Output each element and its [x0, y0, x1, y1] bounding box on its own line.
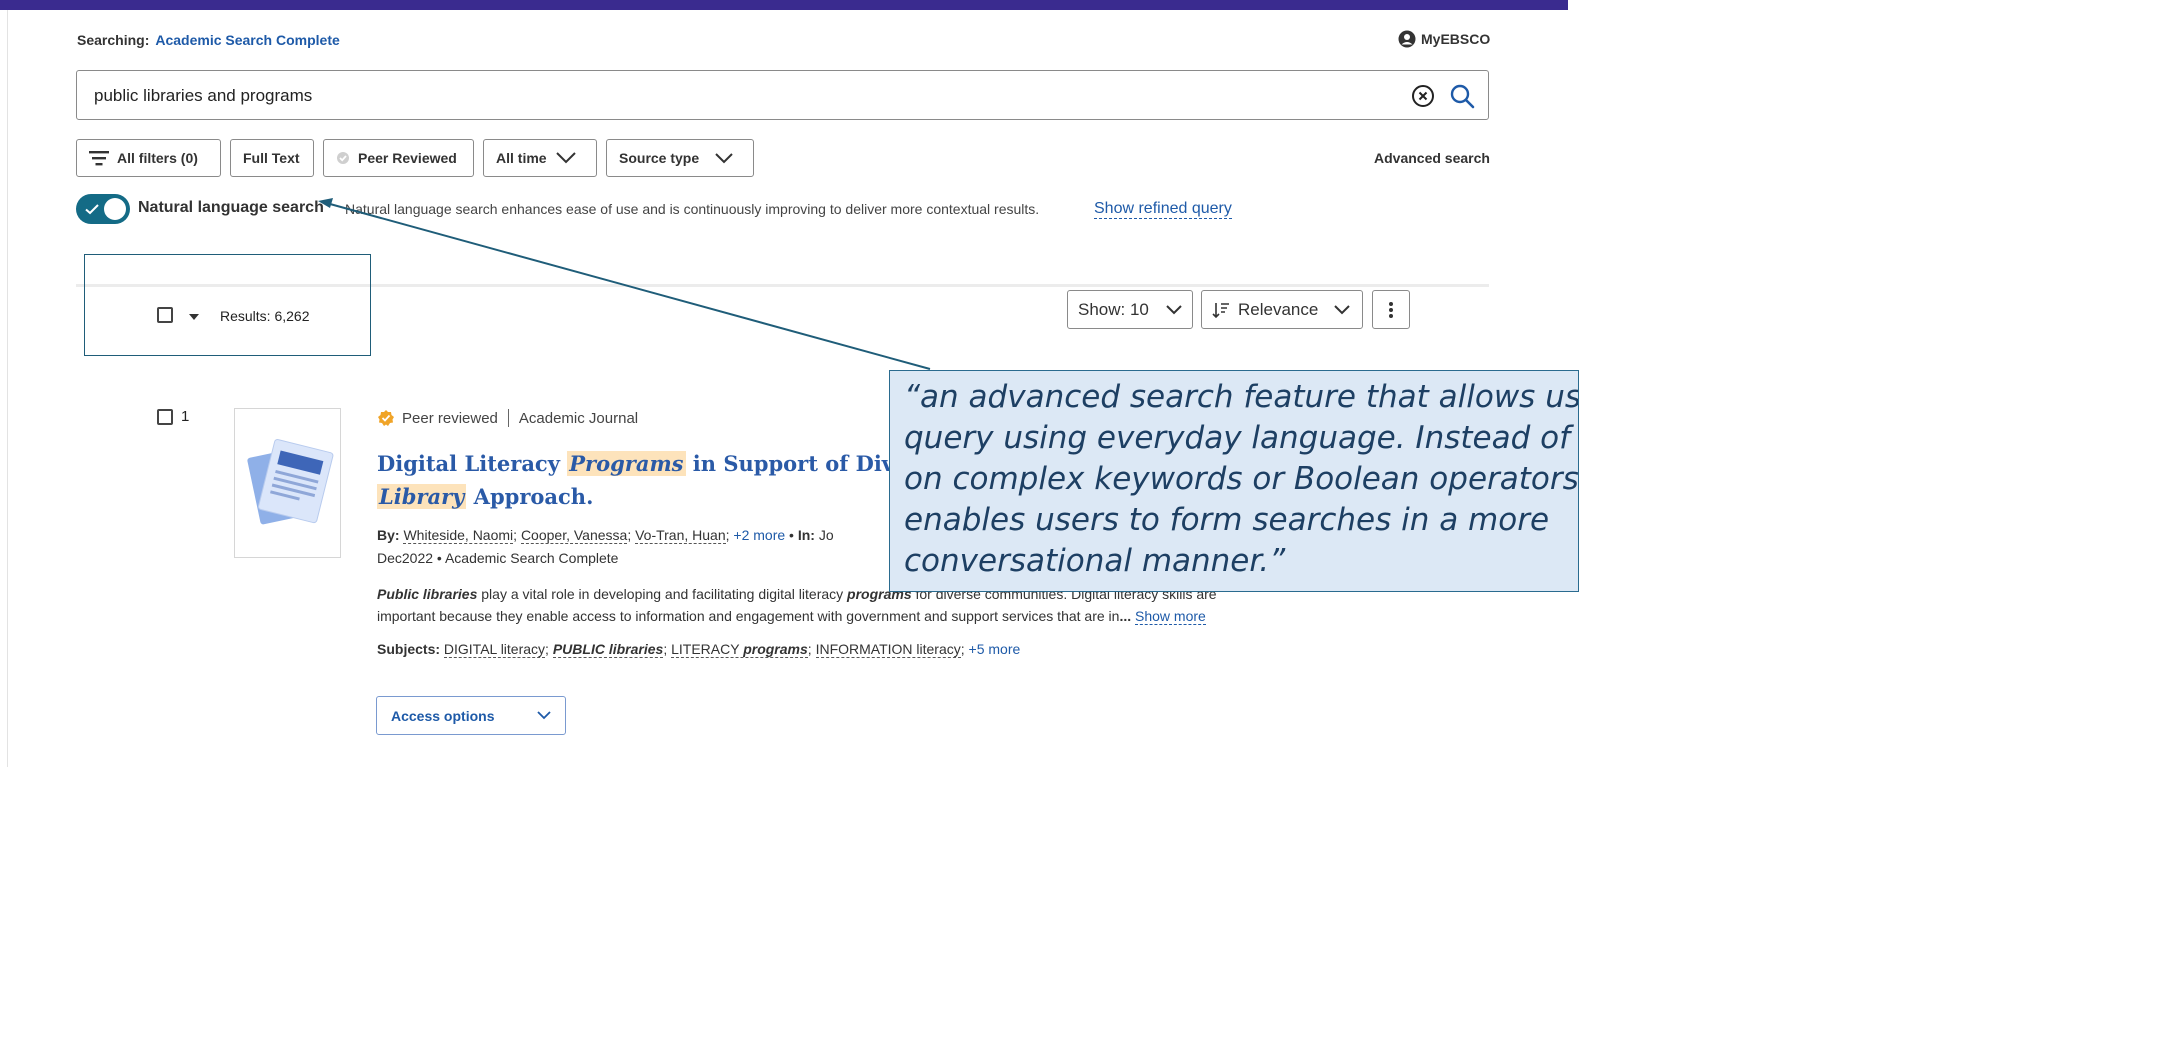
filter-icon — [89, 151, 109, 166]
peer-reviewed-text: Peer reviewed — [402, 409, 498, 427]
all-time-dropdown[interactable]: All time — [483, 139, 597, 177]
academic-journal-icon — [247, 439, 334, 525]
quote-line: query using everyday language. Instead o… — [904, 420, 1578, 456]
abstract-ellipsis: ... — [1119, 608, 1132, 624]
chevron-down-icon — [556, 152, 576, 164]
chevron-down-icon — [1334, 304, 1351, 314]
all-filters-button[interactable]: All filters (0) — [76, 139, 221, 177]
kebab-menu-icon — [1389, 301, 1393, 318]
by-label: By: — [377, 527, 400, 543]
result-byline: By: Whiteside, Naomi; Cooper, Vanessa; V… — [377, 527, 834, 566]
abstract-term: Public libraries — [377, 586, 478, 602]
author-link[interactable]: Cooper, Vanessa — [520, 527, 628, 544]
more-options-button[interactable] — [1372, 290, 1410, 329]
result-index: 1 — [181, 408, 190, 425]
searching-database: Searching: Academic Search Complete — [77, 32, 340, 48]
myebsco-label: MyEBSCO — [1421, 31, 1491, 47]
results-highlight-box — [84, 254, 371, 356]
peer-reviewed-badge-icon — [337, 152, 349, 164]
chevron-down-icon — [715, 152, 733, 163]
subjects-label: Subjects: — [377, 641, 441, 657]
abstract-text: play a vital role in developing and faci… — [477, 586, 848, 602]
sort-label: Relevance — [1238, 299, 1319, 319]
search-icon[interactable] — [1449, 83, 1475, 109]
subject-link[interactable]: PUBLIC libraries — [552, 641, 664, 658]
more-subjects-link[interactable]: +5 more — [969, 641, 1021, 657]
peer-reviewed-label: Peer Reviewed — [358, 150, 457, 166]
natural-language-description: Natural language search enhances ease of… — [345, 201, 1040, 217]
all-filters-label: All filters (0) — [117, 150, 198, 166]
results-count: Results: 6,262 — [220, 308, 310, 324]
source-type-label: Source type — [619, 150, 700, 166]
result-checkbox[interactable] — [157, 409, 173, 425]
peer-reviewed-button[interactable]: Peer Reviewed — [323, 139, 474, 177]
annotation-quote-box: “an advanced search feature that allows … — [889, 370, 1579, 592]
peer-reviewed-badge-icon — [378, 410, 394, 426]
show-refined-query-link[interactable]: Show refined query — [1094, 199, 1232, 219]
meta-separator — [507, 409, 509, 427]
source-journal: Jo — [818, 527, 834, 543]
result-subjects: Subjects: DIGITAL literacy; PUBLIC libra… — [377, 641, 1021, 658]
in-label: In: — [797, 527, 815, 543]
source-type-dropdown[interactable]: Source type — [606, 139, 754, 177]
toggle-knob — [104, 198, 126, 220]
title-part: Digital Literacy — [377, 451, 568, 476]
all-time-label: All time — [496, 150, 547, 166]
quote-line: “an advanced search feature that allows … — [904, 379, 1579, 415]
full-text-button[interactable]: Full Text — [230, 139, 314, 177]
search-query[interactable]: public libraries and programs — [94, 86, 312, 106]
select-menu-caret-icon[interactable] — [189, 314, 199, 320]
subject-link[interactable]: LITERACY programs — [671, 641, 808, 658]
searching-label: Searching: — [77, 32, 150, 48]
top-brand-bar — [0, 0, 1568, 10]
user-icon — [1398, 30, 1416, 48]
abstract-text: important because they enable access to … — [377, 608, 1120, 624]
access-options-dropdown[interactable]: Access options — [376, 696, 566, 735]
show-per-page-dropdown[interactable]: Show: 10 — [1067, 290, 1193, 329]
natural-language-label: Natural language search — [138, 199, 324, 216]
full-text-label: Full Text — [243, 150, 300, 166]
database-link[interactable]: Academic Search Complete — [155, 32, 339, 48]
more-authors-link[interactable]: +2 more — [733, 527, 785, 543]
publication-type-thumbnail[interactable] — [234, 408, 341, 558]
show-more-link[interactable]: Show more — [1135, 608, 1206, 625]
advanced-search-link[interactable]: Advanced search — [1374, 150, 1490, 166]
title-highlight: Library — [377, 484, 467, 509]
result-title-link[interactable]: Digital Literacy Programs in Support of … — [377, 447, 937, 513]
title-highlight: Programs — [567, 451, 686, 476]
quote-line: conversational manner.” — [904, 543, 1286, 579]
myebsco-account-button[interactable]: MyEBSCO — [1398, 30, 1490, 48]
subject-link[interactable]: INFORMATION literacy — [815, 641, 961, 658]
author-link[interactable]: Whiteside, Naomi — [403, 527, 514, 544]
author-link[interactable]: Vo-Tran, Huan — [635, 527, 726, 544]
search-input[interactable]: public libraries and programs — [76, 70, 1489, 120]
quote-line: on complex keywords or Boolean operators… — [904, 461, 1579, 497]
natural-language-toggle[interactable] — [76, 194, 130, 224]
date-source-line: Dec2022 • Academic Search Complete — [377, 550, 619, 566]
chevron-down-icon — [1166, 304, 1182, 314]
quote-line: enables users to form searches in a more — [904, 502, 1550, 538]
select-all-checkbox[interactable] — [157, 307, 173, 323]
left-border — [7, 10, 8, 767]
show-per-page-label: Show: 10 — [1078, 299, 1149, 319]
subject-link[interactable]: DIGITAL literacy — [443, 641, 546, 658]
sort-dropdown[interactable]: Relevance — [1201, 290, 1363, 329]
check-icon — [85, 204, 99, 215]
publication-type: Academic Journal — [518, 409, 639, 427]
access-options-label: Access options — [391, 707, 495, 724]
chevron-down-icon — [537, 711, 551, 720]
clear-search-icon[interactable] — [1411, 84, 1435, 108]
sort-icon — [1212, 302, 1229, 318]
result-meta: Peer reviewed Academic Journal — [377, 409, 638, 427]
title-part: Approach. — [466, 484, 594, 509]
